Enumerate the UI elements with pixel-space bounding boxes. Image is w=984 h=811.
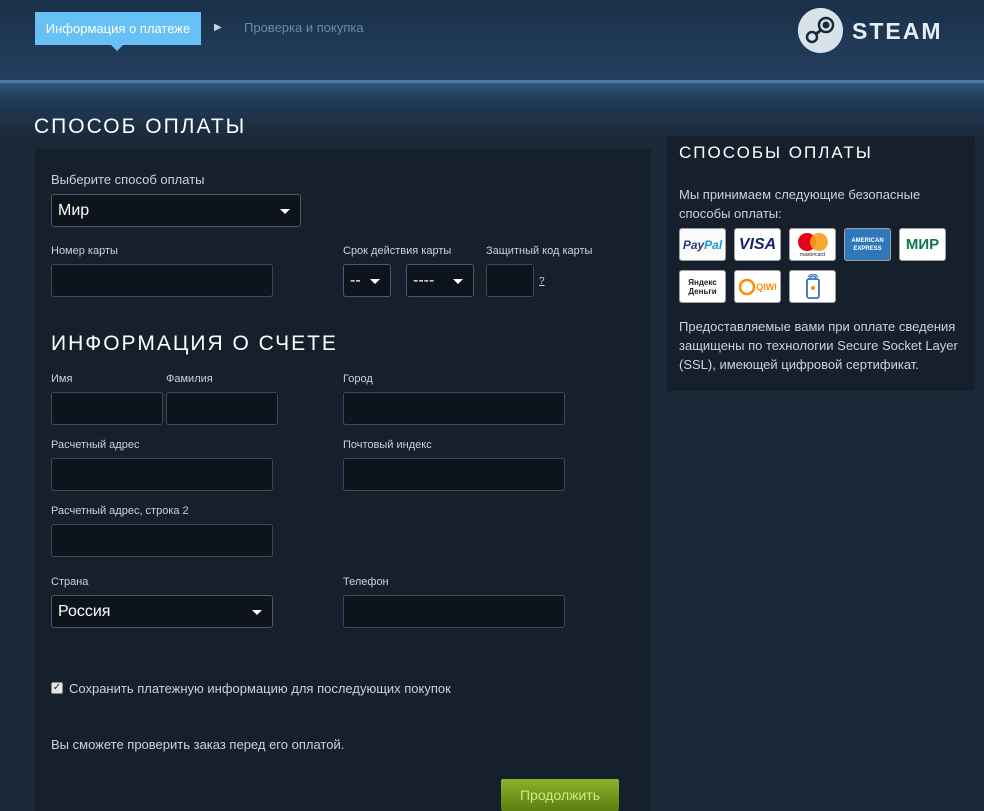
billing-info-title: ИНФОРМАЦИЯ О СЧЕТЕ [51,332,338,355]
billing-address-input[interactable] [51,458,273,491]
cvv-help-link[interactable]: ? [539,276,545,287]
payment-methods-title: СПОСОБЫ ОПЛАТЫ [679,143,873,162]
steam-logo-text: STEAM [852,18,943,44]
header-divider [0,80,984,83]
mobile-payment-logo-icon [789,270,836,303]
zip-input[interactable] [343,458,565,491]
expiry-label: Срок действия карты [343,245,452,257]
first-name-input[interactable] [51,392,163,425]
qiwi-circle [739,278,756,295]
step-payment-info[interactable]: Информация о платеже [35,12,201,51]
billing-address2-label: Расчетный адрес, строка 2 [51,505,189,517]
chevron-down-icon [453,278,463,284]
steam-logo[interactable]: STEAM [798,8,948,54]
step-review-purchase[interactable]: Проверка и покупка [244,20,364,35]
city-input[interactable] [343,392,565,425]
yandex-money-logo-icon: Яндекс Деньги [679,270,726,303]
amex-logo-icon: AMERICAN EXPRESS [844,228,891,261]
paypal-logo-icon: PayPal [679,228,726,261]
first-name-label: Имя [51,373,73,385]
payment-methods-intro: Мы принимаем следующие безопасные способ… [679,187,921,221]
visa-text: VISA [738,235,777,253]
payment-method-label: Выберите способ оплаты [51,172,205,187]
phone-input[interactable] [343,595,565,628]
mastercard-logo-icon: mastercard [789,228,836,261]
mastercard-text: mastercard [799,251,825,258]
phone-icon [805,273,820,299]
mir-text: МИР [905,236,940,253]
country-value: Россия [58,602,111,620]
continue-button[interactable]: Продолжить [501,779,619,811]
amex-text: AMERICAN EXPRESS [851,237,884,252]
expiry-year-value: ---- [413,271,435,289]
visa-logo-icon: VISA [734,228,781,261]
review-note: Вы сможете проверить заказ перед его опл… [51,737,345,752]
last-name-input[interactable] [166,392,278,425]
paypal-pay: Pay [682,237,705,252]
card-number-input[interactable] [51,264,273,297]
save-payment-checkbox[interactable]: ✓ [51,682,63,694]
city-label: Город [343,373,373,385]
qiwi-text: QIWI [756,281,777,292]
cvv-label: Защитный код карты [486,245,593,257]
chevron-down-icon [280,208,290,214]
country-label: Страна [51,576,89,588]
steam-icon [798,8,843,53]
paypal-pal: Pal [704,237,723,252]
billing-address2-input[interactable] [51,524,273,557]
yandex-money-text: Яндекс Деньги [688,277,717,296]
country-select[interactable]: Россия [51,595,273,628]
expiry-month-select[interactable]: -- [343,264,391,297]
save-payment-label: Сохранить платежную информацию для после… [69,681,451,696]
qiwi-logo-icon: QIWI [734,270,781,303]
payment-method-title: СПОСОБ ОПЛАТЫ [34,115,247,138]
mastercard-circles [797,232,828,251]
mir-logo-icon: МИР [899,228,946,261]
last-name-label: Фамилия [166,373,213,385]
chevron-right-icon: ▶ [214,22,222,33]
cvv-input[interactable] [486,264,534,297]
chevron-down-icon [370,278,380,284]
phone-label: Телефон [343,576,389,588]
expiry-month-value: -- [350,271,361,289]
chevron-down-icon [252,609,262,615]
payment-method-value: Мир [58,201,90,219]
zip-label: Почтовый индекс [343,439,432,451]
payment-method-select[interactable]: Мир [51,194,301,227]
billing-address-label: Расчетный адрес [51,439,140,451]
expiry-year-select[interactable]: ---- [406,264,474,297]
ssl-note: Предоставляемые вами при оплате сведения… [679,319,958,372]
card-number-label: Номер карты [51,245,118,257]
